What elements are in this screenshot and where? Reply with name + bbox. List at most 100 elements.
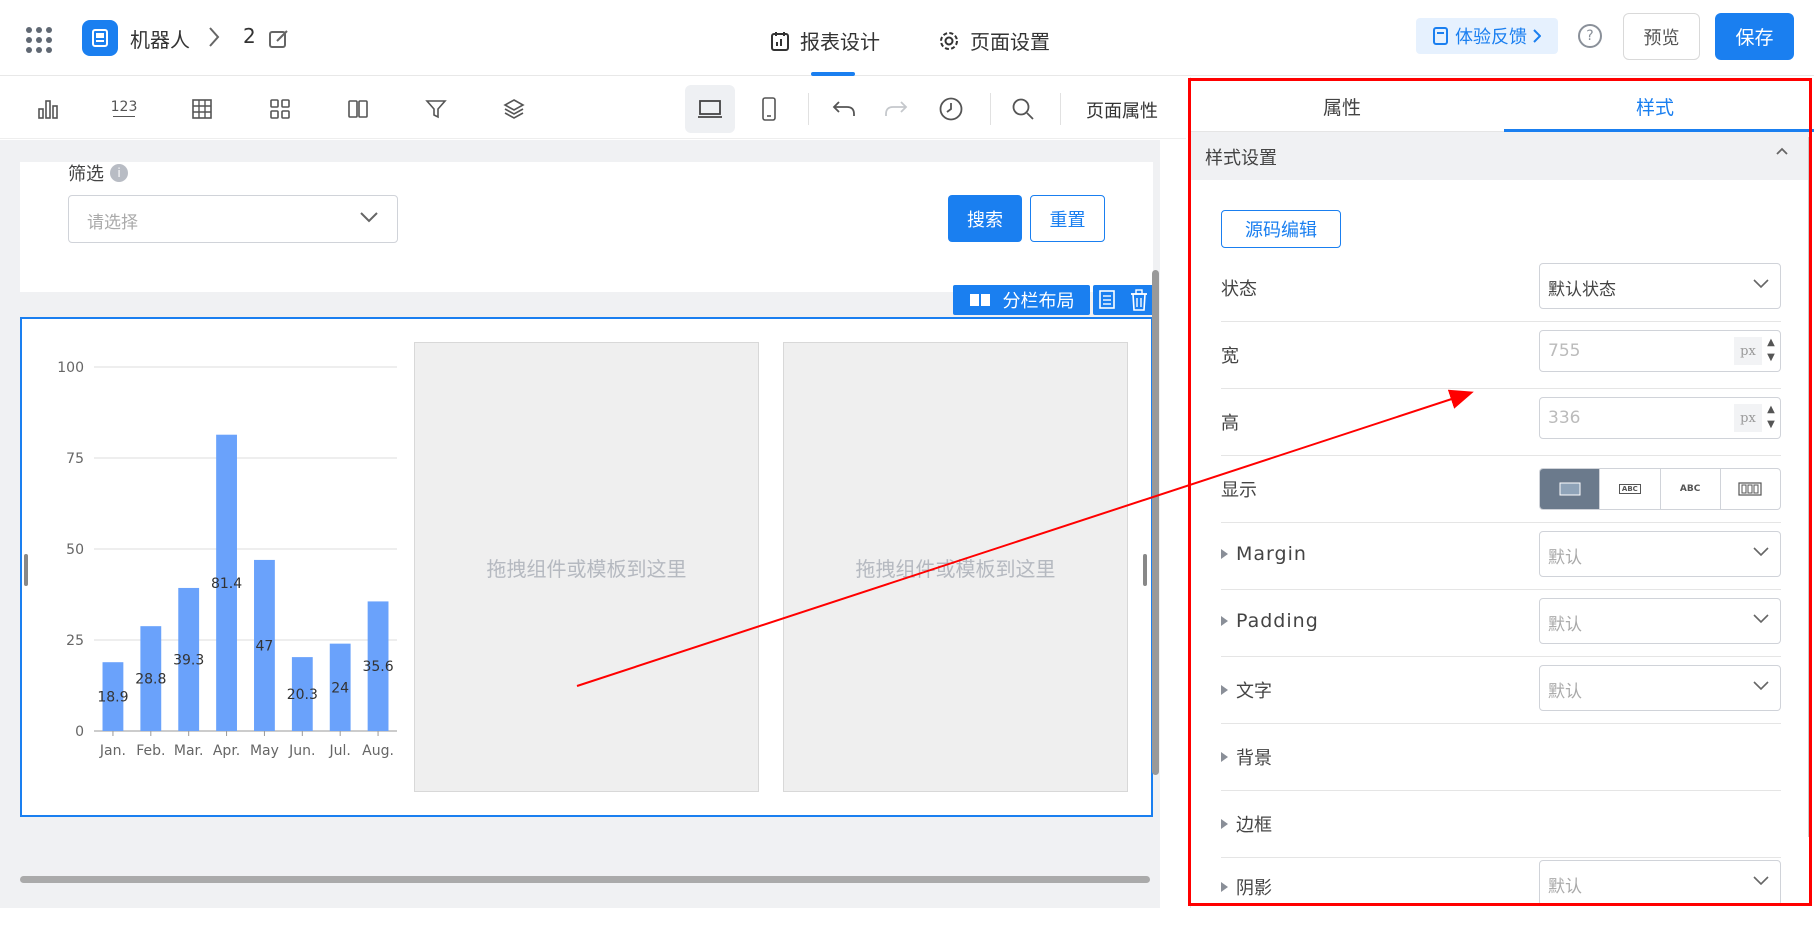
inline-block-display-glyph: ABC — [1618, 484, 1641, 494]
column-layout-tag[interactable]: 分栏布局 — [953, 285, 1090, 315]
history-icon[interactable] — [937, 95, 965, 123]
text-select[interactable]: 默认 — [1539, 665, 1781, 711]
table-icon[interactable] — [188, 95, 216, 123]
chevron-down-icon — [1753, 614, 1769, 624]
height-label: 高 — [1221, 409, 1239, 435]
display-flex-option[interactable] — [1721, 469, 1780, 509]
filter-icon[interactable] — [422, 95, 450, 123]
report-name: 2 — [243, 24, 256, 48]
edit-icon[interactable] — [268, 28, 290, 50]
bar-chart[interactable]: 0 25 50 75 100 Jan. 18.9 Feb. 28.8 Mar. 39.3 Apr. 81… — [32, 329, 402, 799]
width-unit: px — [1734, 337, 1762, 365]
feedback-label: 体验反馈 — [1455, 27, 1527, 48]
display-block-option[interactable] — [1540, 469, 1601, 509]
resize-handle-right[interactable] — [1143, 554, 1147, 586]
help-icon[interactable]: ? — [1578, 24, 1602, 48]
columns-icon — [969, 294, 990, 306]
text-label[interactable]: 文字 — [1221, 677, 1272, 703]
state-label: 状态 — [1221, 275, 1257, 301]
preview-button[interactable]: 预览 — [1623, 13, 1700, 60]
height-stepper[interactable]: ▲ ▼ — [1765, 402, 1777, 432]
drop-zone-column-3[interactable]: 拖拽组件或模板到这里 — [783, 342, 1128, 792]
delete-icon[interactable] — [1129, 289, 1149, 311]
reset-button[interactable]: 重置 — [1030, 195, 1105, 242]
drop-zone-column-2[interactable]: 拖拽组件或模板到这里 — [414, 342, 759, 792]
feedback-button[interactable]: 体验反馈 — [1416, 18, 1558, 54]
chevron-down-icon — [1753, 681, 1769, 691]
undo-icon[interactable] — [830, 95, 858, 123]
bar-chart-icon[interactable] — [34, 95, 62, 123]
search-button[interactable]: 搜索 — [948, 195, 1022, 242]
padding-select[interactable]: 默认 — [1539, 598, 1781, 644]
expand-triangle-icon — [1221, 616, 1228, 626]
y-tick-label: 50 — [66, 542, 84, 558]
search-icon[interactable] — [1009, 95, 1037, 123]
margin-select-value: 默认 — [1548, 548, 1582, 568]
redo-icon[interactable] — [882, 95, 910, 123]
border-label-text: 边框 — [1236, 815, 1272, 836]
background-label[interactable]: 背景 — [1221, 744, 1272, 770]
expand-triangle-icon — [1221, 549, 1228, 559]
chevron-down-icon — [360, 212, 378, 223]
canvas-horizontal-scrollbar[interactable] — [20, 876, 1150, 883]
width-stepper[interactable]: ▲ ▼ — [1765, 335, 1777, 365]
block-display-icon — [1559, 482, 1581, 496]
chevron-down-icon — [1753, 547, 1769, 557]
feedback-icon — [1433, 27, 1448, 45]
number-icon[interactable]: 123 — [110, 95, 138, 123]
border-label[interactable]: 边框 — [1221, 811, 1272, 837]
mobile-icon[interactable] — [755, 95, 783, 123]
tab-report-design[interactable]: 报表设计 — [770, 26, 880, 55]
data-label: 20.3 — [287, 687, 318, 703]
padding-label[interactable]: Padding — [1221, 610, 1319, 632]
x-tick-label: Aug. — [362, 743, 394, 759]
margin-label-text: Margin — [1236, 543, 1307, 565]
toolbar-divider — [990, 93, 991, 125]
padding-row: Padding 默认 — [1221, 590, 1781, 657]
expand-triangle-icon — [1221, 685, 1228, 695]
save-button[interactable]: 保存 — [1715, 13, 1794, 60]
app-name[interactable]: 机器人 — [130, 24, 190, 53]
resize-handle-left[interactable] — [24, 554, 28, 586]
display-inline-option[interactable]: ABC — [1661, 469, 1721, 509]
tab-page-settings[interactable]: 页面设置 — [938, 26, 1050, 55]
width-input[interactable]: 755 px ▲ ▼ — [1539, 330, 1781, 372]
x-tick-label: Feb. — [136, 743, 165, 759]
gear-icon — [940, 31, 958, 50]
columns-icon[interactable] — [344, 95, 372, 123]
shadow-select[interactable]: 默认 — [1539, 860, 1781, 906]
state-row: 状态 默认状态 — [1221, 255, 1781, 322]
designer-toolbar: 123 页面属性 — [0, 77, 1186, 139]
style-panel: 属性 样式 样式设置 源码编辑 状态 默认状态 宽 755 px ▲ ▼ 高 33… — [1190, 77, 1814, 908]
apps-grid-icon[interactable] — [26, 27, 52, 53]
column-layout-block[interactable]: 0 25 50 75 100 Jan. 18.9 Feb. 28.8 Mar. 39.3 Apr. 81… — [20, 317, 1153, 817]
display-inline-block-option[interactable]: ABC — [1600, 469, 1661, 509]
canvas-vertical-scrollbar[interactable] — [1152, 270, 1159, 775]
tab-style[interactable]: 样式 — [1636, 93, 1674, 120]
chevron-right-icon — [209, 27, 220, 47]
filter-select[interactable]: 请选择 — [68, 195, 398, 243]
margin-label[interactable]: Margin — [1221, 543, 1307, 565]
x-tick-label: May — [250, 743, 279, 759]
style-settings-header[interactable]: 样式设置 — [1191, 132, 1811, 180]
tab-properties[interactable]: 属性 — [1323, 93, 1361, 120]
shadow-label[interactable]: 阴影 — [1221, 874, 1272, 900]
layers-icon[interactable] — [500, 95, 528, 123]
widgets-icon[interactable] — [266, 95, 294, 123]
page-properties-button[interactable]: 页面属性 — [1086, 97, 1158, 123]
state-select[interactable]: 默认状态 — [1539, 263, 1781, 309]
data-label: 47 — [256, 638, 274, 654]
margin-select[interactable]: 默认 — [1539, 531, 1781, 577]
toolbar-divider — [1060, 93, 1061, 125]
source-edit-button[interactable]: 源码编辑 — [1221, 210, 1341, 248]
chevron-down-icon — [1753, 279, 1769, 289]
info-icon[interactable]: i — [110, 164, 128, 182]
tab-report-design-label: 报表设计 — [800, 30, 880, 54]
expand-triangle-icon — [1221, 819, 1228, 829]
panel-scrollbar[interactable] — [1808, 137, 1811, 837]
desktop-icon[interactable] — [696, 95, 724, 123]
copy-icon[interactable] — [1098, 289, 1118, 311]
height-row: 高 336 px ▲ ▼ — [1221, 389, 1781, 456]
height-input[interactable]: 336 px ▲ ▼ — [1539, 397, 1781, 439]
text-label-text: 文字 — [1236, 681, 1272, 702]
